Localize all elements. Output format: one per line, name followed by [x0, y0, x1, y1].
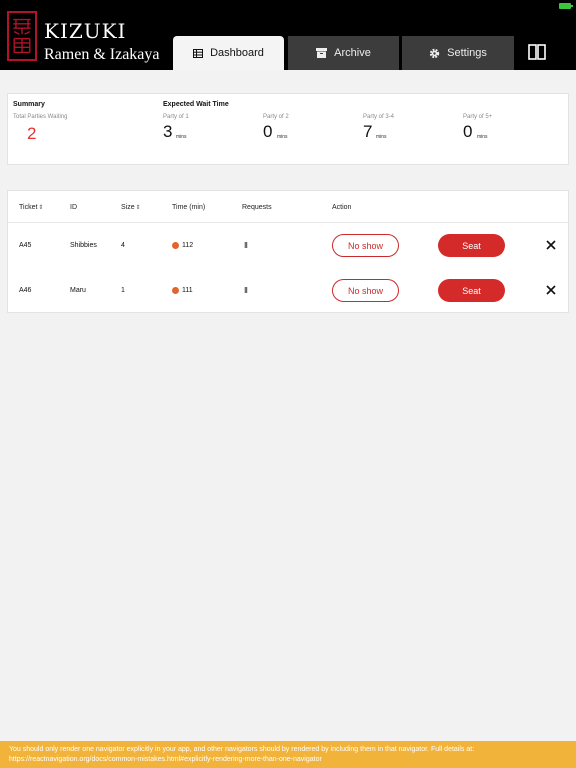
no-show-button[interactable]: No show	[332, 279, 399, 302]
tab-archive[interactable]: Archive	[288, 36, 399, 70]
col-requests-header: Requests	[242, 204, 272, 211]
party-3-4-label: Party of 3-4	[363, 114, 395, 120]
ticket-cell: A46	[19, 287, 32, 294]
table-row: A46 Maru 1 111 Ⅱ No show Seat	[8, 268, 568, 313]
col-ticket-header[interactable]: Ticket ⇕	[19, 204, 43, 211]
summary-heading: Summary	[13, 101, 45, 108]
summary-card: Summary Total Parties Waiting 2 Expected…	[7, 93, 569, 165]
sort-icon: ⇕	[135, 205, 141, 211]
time-value: 111	[182, 287, 193, 294]
top-bar: KIZUKI Ramen & Izakaya Dashboard Archive…	[0, 0, 576, 70]
party-5-plus-unit: mins	[477, 134, 488, 140]
tab-settings[interactable]: Settings	[402, 36, 514, 70]
chair-icon: Ⅱ	[244, 286, 248, 295]
total-parties-value: 2	[27, 124, 37, 143]
table-row: A45 Shibbies 4 112 Ⅱ No show Seat	[8, 223, 568, 268]
wait-time-heading: Expected Wait Time	[163, 101, 229, 108]
party-2-label: Party of 2	[263, 114, 289, 120]
battery-icon	[559, 3, 573, 9]
total-parties-label: Total Parties Waiting	[13, 114, 68, 120]
party-2-wait: 0	[263, 122, 273, 141]
col-time-label: Time (min)	[172, 204, 206, 211]
sort-icon: ⇕	[38, 205, 44, 211]
col-size-label: Size	[121, 204, 135, 211]
seat-button[interactable]: Seat	[438, 279, 505, 302]
brand-title: KIZUKI	[44, 19, 127, 43]
close-icon[interactable]	[545, 239, 557, 251]
party-5-plus-label: Party of 5+	[463, 114, 493, 120]
tab-archive-label: Archive	[334, 47, 371, 59]
col-action-header: Action	[332, 204, 351, 211]
id-cell: Shibbies	[70, 242, 97, 249]
brand-subtitle: Ramen & Izakaya	[44, 46, 160, 63]
no-show-button[interactable]: No show	[332, 234, 399, 257]
col-id-header: ID	[70, 204, 77, 211]
chair-icon: Ⅱ	[244, 241, 248, 250]
col-size-header[interactable]: Size ⇕	[121, 204, 141, 211]
size-cell: 1	[121, 287, 125, 294]
tab-settings-label: Settings	[447, 47, 487, 59]
party-1-label: Party of 1	[163, 114, 189, 120]
time-cell: 112	[172, 223, 193, 268]
archive-icon	[316, 48, 328, 58]
party-3-4-unit: mins	[376, 134, 387, 140]
requests-cell: Ⅱ	[244, 268, 248, 313]
ticket-cell: A45	[19, 242, 32, 249]
col-ticket-label: Ticket	[19, 204, 38, 211]
col-requests-label: Requests	[242, 204, 272, 211]
time-cell: 111	[172, 268, 193, 313]
party-2-unit: mins	[277, 134, 288, 140]
col-time-header: Time (min)	[172, 204, 205, 211]
navigator-warning-banner[interactable]: You should only render one navigator exp…	[0, 741, 576, 768]
col-id-label: ID	[70, 204, 77, 211]
party-3-4-wait: 7	[363, 122, 373, 141]
seat-button[interactable]: Seat	[438, 234, 505, 257]
time-value: 112	[182, 242, 194, 249]
party-1-unit: mins	[176, 134, 187, 140]
time-status-dot	[172, 287, 179, 294]
requests-cell: Ⅱ	[244, 223, 248, 268]
queue-table: Ticket ⇕ ID Size ⇕ Time (min) Requests Act…	[7, 190, 569, 313]
kizuki-seal-logo	[7, 11, 37, 61]
time-status-dot	[172, 242, 179, 249]
tab-dashboard-label: Dashboard	[210, 47, 264, 59]
size-cell: 4	[121, 242, 125, 249]
party-1-wait: 3	[163, 122, 173, 141]
gear-icon	[429, 48, 440, 58]
tab-dashboard[interactable]: Dashboard	[173, 36, 284, 70]
table-icon	[193, 48, 204, 58]
col-action-label: Action	[332, 204, 352, 211]
sidebar-toggle-icon[interactable]	[528, 44, 546, 60]
party-5-plus-wait: 0	[463, 122, 473, 141]
id-cell: Maru	[70, 287, 86, 294]
close-icon[interactable]	[545, 284, 557, 296]
